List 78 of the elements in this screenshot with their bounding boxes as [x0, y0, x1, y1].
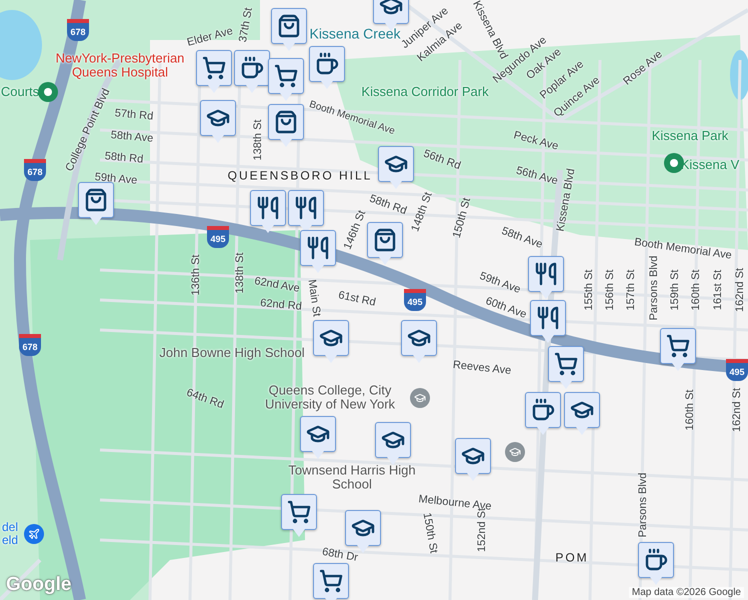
highway-shield: 495 — [404, 289, 426, 311]
street-label: 157th St — [624, 270, 638, 310]
place-label: Kissena Corridor Park — [360, 84, 490, 100]
cart-icon — [666, 334, 690, 358]
street-label: 59th Ave — [478, 270, 522, 296]
street-label: 146th St — [342, 208, 368, 252]
place-label: Kissena Park — [652, 128, 728, 144]
street-label: 64th Rd — [184, 386, 226, 412]
bag-icon — [277, 14, 301, 38]
school-pin-icon — [410, 388, 430, 408]
street-label: Peck Ave — [512, 129, 560, 153]
street-label: 58th Rd — [368, 192, 408, 218]
street-label: 56th Rd — [422, 148, 462, 172]
street-label: 57th Rd — [114, 107, 154, 123]
street-label: 162nd St — [730, 388, 744, 432]
street-label: 59th Ave — [94, 171, 138, 187]
street-label: 136th St — [190, 254, 202, 296]
highway-shield: 495 — [726, 359, 748, 381]
fork-knife-icon — [294, 196, 318, 220]
street-label: 138th St — [252, 120, 264, 160]
street-label: 37th St — [237, 6, 255, 44]
highway-shield: 678 — [24, 159, 46, 181]
place-label: Townsend Harris High School — [287, 464, 417, 492]
street-label: 56th Ave — [514, 164, 560, 188]
street-label: 60th Ave — [484, 295, 528, 321]
cup-icon — [531, 398, 555, 422]
place-label: John Bowne High School — [159, 346, 305, 360]
place-label: POM — [555, 551, 589, 565]
map-attribution: Map data ©2026 Google — [628, 587, 744, 598]
street-label: Reeves Ave — [452, 358, 512, 378]
highway-shield: 495 — [207, 226, 229, 248]
place-label: Kissena Creek — [309, 26, 401, 42]
street-label: 68th Dr — [321, 546, 359, 564]
street-label: 58th Rd — [104, 150, 144, 166]
cart-icon — [287, 500, 311, 524]
cup-icon — [240, 56, 264, 80]
bag-icon — [274, 110, 298, 134]
bag-icon — [84, 188, 108, 212]
cart-icon — [202, 56, 226, 80]
fork-knife-icon — [306, 236, 330, 260]
street-label: 62nd Rd — [260, 297, 302, 313]
street-label: 159th St — [668, 270, 682, 310]
street-label: 58th Ave — [500, 225, 544, 251]
school-pin-icon — [505, 442, 525, 462]
cart-icon — [319, 569, 343, 593]
cup-icon — [315, 52, 339, 76]
place-label: Courts — [0, 84, 40, 100]
street-label: 150th St — [420, 512, 440, 554]
cart-icon — [274, 64, 298, 88]
bag-icon — [373, 228, 397, 252]
google-logo: Google — [6, 574, 72, 596]
cup-icon — [644, 548, 668, 572]
place-label: NewYork-Presbyterian Queens Hospital — [54, 52, 186, 80]
street-label: Elder Ave — [186, 25, 234, 49]
fork-knife-icon — [534, 262, 558, 286]
place-label: del eld — [0, 520, 19, 548]
street-label: 58th Ave — [110, 129, 154, 145]
cart-icon — [554, 352, 578, 376]
street-label: Parsons Blvd — [648, 256, 660, 320]
street-label: 161st St — [712, 270, 724, 310]
place-label: Queens College, City University of New York — [264, 384, 396, 412]
fork-knife-icon — [536, 306, 560, 330]
fork-knife-icon — [256, 196, 280, 220]
street-label: 61st Rd — [337, 289, 377, 309]
street-label: 148th St — [409, 190, 435, 234]
street-label: Parsons Blvd — [636, 472, 650, 538]
street-label: 62nd Ave — [253, 275, 301, 295]
highway-shield: 678 — [19, 334, 41, 356]
street-label: 138th St — [234, 252, 246, 294]
street-label: 150th St — [450, 196, 474, 240]
street-label: 160th St — [684, 390, 696, 430]
street-label: 156th St — [604, 270, 616, 310]
highway-shield: 678 — [67, 19, 89, 41]
street-label: 162nd St — [734, 268, 746, 312]
street-label: 155th St — [582, 270, 596, 310]
place-label: QUEENSBORO HILL — [228, 169, 372, 183]
street-label: Main St — [305, 278, 323, 318]
street-label: 160th St — [690, 270, 702, 310]
